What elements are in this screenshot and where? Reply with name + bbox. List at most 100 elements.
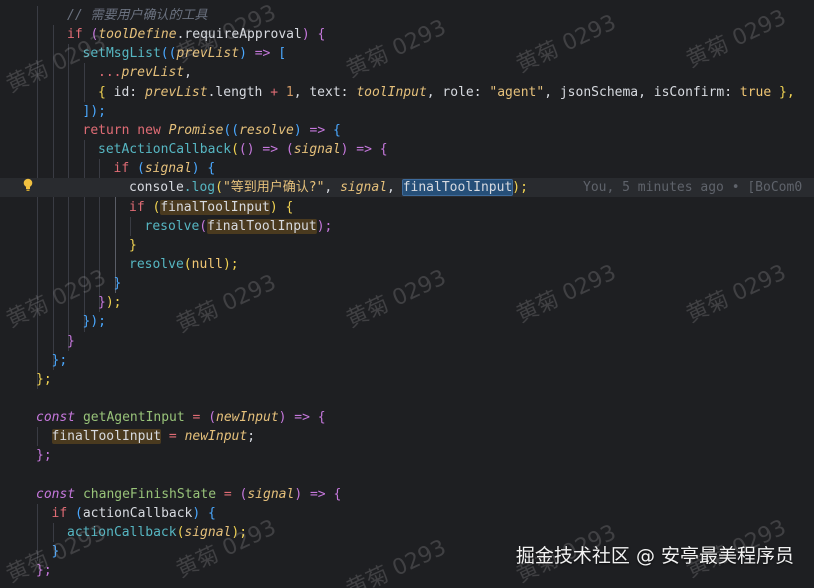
code-line[interactable]: ...prevList, bbox=[0, 63, 814, 82]
code-token: } bbox=[129, 237, 137, 253]
code-token: const bbox=[36, 486, 76, 502]
code-token: if bbox=[51, 505, 68, 521]
code-token: } bbox=[113, 276, 122, 292]
code-line[interactable]: }); bbox=[0, 293, 814, 312]
code-token: } bbox=[51, 544, 60, 560]
code-token: { bbox=[379, 142, 388, 158]
code-token: , text: bbox=[293, 84, 357, 100]
code-token: ( bbox=[199, 218, 208, 234]
code-token: new bbox=[129, 122, 169, 138]
code-line[interactable]: }); bbox=[0, 312, 814, 331]
code-token: if bbox=[129, 199, 145, 215]
code-token: resolve bbox=[129, 256, 184, 272]
code-token: Promise bbox=[168, 122, 224, 138]
code-token: null bbox=[191, 256, 223, 272]
code-token: ) bbox=[191, 161, 200, 177]
code-token: return bbox=[82, 122, 130, 138]
code-token: { bbox=[317, 410, 326, 426]
code-token: ); bbox=[222, 256, 239, 272]
code-token: , jsonSchema, isConfirm: bbox=[544, 84, 740, 100]
code-line[interactable]: } bbox=[0, 332, 814, 351]
code-line[interactable]: if (signal) { bbox=[0, 159, 814, 178]
code-token: [ bbox=[278, 46, 287, 62]
code-token: , bbox=[387, 180, 403, 196]
code-line[interactable]: return new Promise((resolve) => { bbox=[0, 121, 814, 140]
lightbulb-icon[interactable] bbox=[22, 178, 34, 192]
code-token: { bbox=[199, 161, 216, 177]
code-token: getAgentInput bbox=[75, 410, 193, 426]
code-token: signal bbox=[340, 180, 388, 196]
code-text: }); bbox=[83, 312, 106, 331]
code-token: { bbox=[309, 27, 326, 43]
code-line[interactable]: resolve(finalToolInput); bbox=[0, 217, 814, 236]
code-token: prevList bbox=[144, 84, 208, 100]
code-token: if bbox=[67, 27, 83, 43]
code-token: ); bbox=[316, 218, 333, 234]
code-line[interactable]: setMsgList((prevList) => [ bbox=[0, 44, 814, 63]
code-token: toolDefine bbox=[98, 27, 177, 43]
code-line[interactable] bbox=[0, 389, 814, 408]
code-token: { bbox=[98, 84, 106, 100]
code-line[interactable]: }; bbox=[0, 446, 814, 465]
code-text: }); bbox=[98, 293, 121, 312]
code-token: actionCallback bbox=[67, 525, 177, 541]
code-line[interactable]: }; bbox=[0, 370, 814, 389]
code-token: if bbox=[113, 161, 130, 177]
code-text: } bbox=[129, 236, 137, 255]
code-token: ) bbox=[269, 199, 278, 215]
code-line[interactable]: } bbox=[0, 236, 814, 255]
code-token: + bbox=[270, 84, 279, 100]
code-line[interactable]: ]); bbox=[0, 102, 814, 121]
code-token: signal bbox=[293, 142, 341, 158]
code-token: } bbox=[98, 295, 106, 311]
code-text: const changeFinishState = (signal) => { bbox=[36, 485, 341, 504]
code-token: signal bbox=[247, 486, 295, 502]
code-line[interactable]: if (finalToolInput) { bbox=[0, 198, 814, 217]
code-line[interactable]: { id: prevList.length + 1, text: toolInp… bbox=[0, 83, 814, 102]
code-token: toolInput bbox=[356, 84, 427, 100]
code-line[interactable]: if (actionCallback) { bbox=[0, 504, 814, 523]
code-line[interactable]: resolve(null); bbox=[0, 255, 814, 274]
code-token: => bbox=[302, 486, 334, 502]
code-editor[interactable]: // 需要用户确认的工具 if (toolDefine.requireApprov… bbox=[0, 0, 814, 588]
code-token: "agent" bbox=[489, 84, 545, 100]
highlighted-token: finalToolInput bbox=[160, 199, 270, 215]
code-token: ( bbox=[231, 486, 248, 502]
code-line[interactable] bbox=[0, 466, 814, 485]
code-token: resolve bbox=[239, 122, 294, 138]
code-token: signal bbox=[184, 525, 232, 541]
code-token: setMsgList bbox=[82, 46, 161, 62]
code-line[interactable]: actionCallback(signal); bbox=[0, 523, 814, 542]
code-token: changeFinishState bbox=[75, 486, 224, 502]
code-line[interactable]: // 需要用户确认的工具 bbox=[0, 6, 814, 25]
code-token: console bbox=[129, 180, 184, 196]
code-token: { bbox=[333, 122, 341, 138]
code-text: }; bbox=[52, 351, 68, 370]
code-text: ]); bbox=[83, 102, 106, 121]
code-line[interactable]: const changeFinishState = (signal) => { bbox=[0, 485, 814, 504]
code-token: => bbox=[286, 410, 318, 426]
code-text: if (actionCallback) { bbox=[52, 504, 216, 523]
code-line[interactable]: }; bbox=[0, 351, 814, 370]
code-line[interactable]: if (toolDefine.requireApproval) { bbox=[0, 25, 814, 44]
code-line[interactable]: finalToolInput = newInput; bbox=[0, 427, 814, 446]
code-token: }; bbox=[51, 352, 68, 368]
code-token: }; bbox=[36, 371, 52, 387]
code-token: => bbox=[301, 122, 333, 138]
code-token: => bbox=[246, 46, 279, 62]
code-token: prevList bbox=[176, 46, 240, 62]
code-text: if (finalToolInput) { bbox=[129, 198, 293, 217]
code-text: } bbox=[52, 542, 60, 561]
code-line[interactable]: setActionCallback(() => (signal) => { bbox=[0, 140, 814, 159]
code-text: } bbox=[67, 332, 75, 351]
code-token: = bbox=[223, 486, 232, 502]
code-token: , role: bbox=[426, 84, 490, 100]
code-token: ( bbox=[215, 180, 223, 196]
code-line[interactable]: const getAgentInput = (newInput) => { bbox=[0, 408, 814, 427]
code-line[interactable]: } bbox=[0, 274, 814, 293]
code-token: }; bbox=[36, 448, 52, 464]
code-token: ; bbox=[247, 429, 256, 445]
code-token: ) bbox=[293, 122, 302, 138]
code-token: ( bbox=[129, 161, 145, 177]
code-token: actionCallback bbox=[82, 505, 193, 521]
